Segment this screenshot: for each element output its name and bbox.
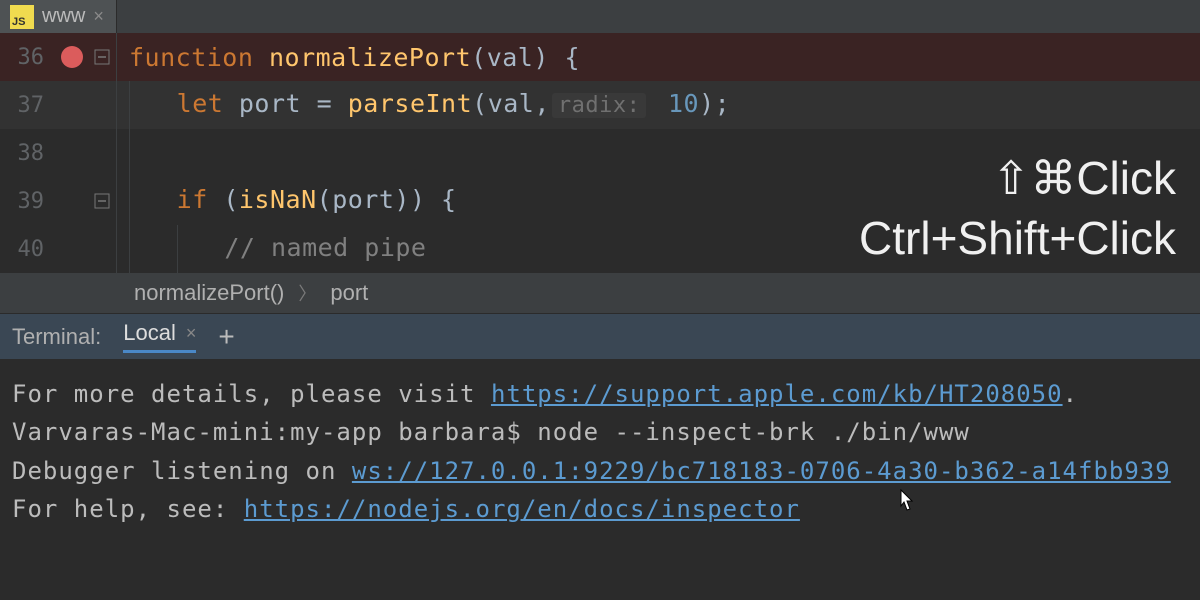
javascript-file-icon: JS — [10, 5, 34, 29]
fold-gutter[interactable] — [88, 193, 116, 209]
breadcrumb[interactable]: normalizePort() 〉 port — [0, 273, 1200, 313]
line-number[interactable]: 39 — [0, 189, 56, 214]
file-tab-www[interactable]: JS www × — [0, 0, 117, 33]
breakpoint-icon[interactable] — [61, 46, 83, 68]
breadcrumb-item[interactable]: normalizePort() — [134, 280, 284, 306]
close-icon[interactable]: × — [93, 6, 104, 27]
terminal-line: Varvaras-Mac-mini:my-app barbara$ node -… — [12, 413, 1188, 451]
code-line[interactable]: 39 if (isNaN(port)) { — [0, 177, 1200, 225]
code-line[interactable]: 36 function normalizePort(val) { — [0, 33, 1200, 81]
terminal-link[interactable]: https://nodejs.org/en/docs/inspector — [244, 495, 800, 523]
line-number[interactable]: 36 — [0, 45, 56, 70]
code-editor[interactable]: ⇧⌘Click Ctrl+Shift+Click 36function norm… — [0, 33, 1200, 273]
parameter-hint: radix: — [552, 93, 646, 118]
fold-icon[interactable] — [94, 49, 110, 65]
terminal-tab-local[interactable]: Local × — [123, 320, 196, 353]
terminal-link[interactable]: ws://127.0.0.1:9229/bc718183-0706-4a30-b… — [352, 457, 1171, 485]
line-number[interactable]: 38 — [0, 141, 56, 166]
code-line[interactable]: 40 // named pipe — [0, 225, 1200, 273]
breadcrumb-item[interactable]: port — [330, 280, 368, 306]
file-tab-bar: JS www × — [0, 0, 1200, 33]
fold-icon[interactable] — [94, 193, 110, 209]
breakpoint-gutter[interactable] — [56, 46, 88, 68]
code-text[interactable]: function normalizePort(val) { — [129, 43, 580, 72]
terminal-panel-header: Terminal: Local × + — [0, 313, 1200, 359]
code-text[interactable] — [129, 129, 177, 177]
code-line[interactable]: 38 — [0, 129, 1200, 177]
terminal-link[interactable]: https://support.apple.com/kb/HT208050 — [491, 380, 1063, 408]
code-text[interactable]: let port = parseInt(val,radix: 10); — [129, 81, 730, 129]
add-terminal-button[interactable]: + — [218, 321, 234, 353]
code-text[interactable]: // named pipe — [129, 225, 426, 273]
pointer-cursor-icon — [895, 487, 915, 525]
close-icon[interactable]: × — [186, 323, 197, 344]
code-text[interactable]: if (isNaN(port)) { — [129, 177, 457, 225]
terminal-line: Debugger listening on ws://127.0.0.1:922… — [12, 452, 1188, 490]
terminal-line: For more details, please visit https://s… — [12, 375, 1188, 413]
terminal-title: Terminal: — [12, 324, 101, 350]
line-number[interactable]: 40 — [0, 237, 56, 262]
terminal-tab-label: Local — [123, 320, 176, 346]
code-line[interactable]: 37 let port = parseInt(val,radix: 10); — [0, 81, 1200, 129]
chevron-right-icon: 〉 — [298, 280, 316, 306]
fold-gutter[interactable] — [88, 49, 116, 65]
file-tab-label: www — [42, 5, 85, 28]
line-number[interactable]: 37 — [0, 93, 56, 118]
terminal-output[interactable]: For more details, please visit https://s… — [0, 359, 1200, 600]
terminal-line: For help, see: https://nodejs.org/en/doc… — [12, 490, 1188, 528]
